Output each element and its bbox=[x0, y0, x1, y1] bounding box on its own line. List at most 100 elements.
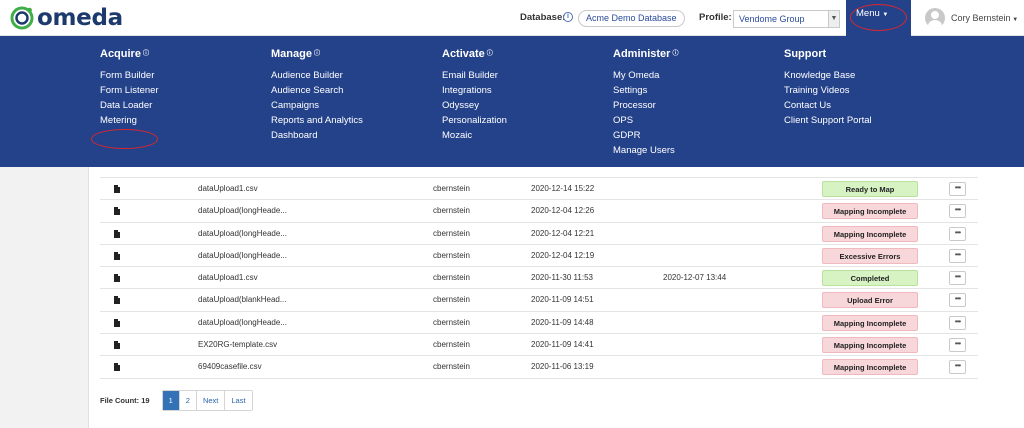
row-actions-button[interactable]: ••• bbox=[949, 248, 966, 263]
status-badge: Mapping Incomplete bbox=[822, 203, 918, 220]
menu-column-administer: Administer ⓘ My Omeda Settings Processor … bbox=[613, 48, 678, 158]
info-icon[interactable]: ⓘ bbox=[487, 51, 493, 57]
menu-heading-acquire: Acquire ⓘ bbox=[100, 48, 149, 60]
user-name-text: Cory Bernstein bbox=[951, 13, 1011, 23]
page-2-button[interactable]: 2 bbox=[179, 391, 197, 410]
info-icon[interactable]: ⓘ bbox=[143, 51, 149, 57]
table-row[interactable]: dataUpload(longHeade... cbernstein 2020-11… bbox=[100, 312, 978, 335]
file-name[interactable]: dataUpload(longHeade... bbox=[198, 206, 287, 215]
menu-item-contact-us[interactable]: Contact Us bbox=[784, 98, 872, 113]
file-name[interactable]: dataUpload(blankHead... bbox=[198, 295, 287, 304]
menu-item-form-builder[interactable]: Form Builder bbox=[100, 68, 159, 83]
info-icon[interactable]: ⓘ bbox=[314, 51, 320, 57]
menu-heading-activate: Activate ⓘ bbox=[442, 48, 493, 60]
menu-item-dashboard[interactable]: Dashboard bbox=[271, 128, 363, 143]
status-badge: Mapping Incomplete bbox=[822, 337, 918, 354]
file-name[interactable]: dataUpload1.csv bbox=[198, 273, 258, 282]
completed-date: 2020-12-07 13:44 bbox=[663, 273, 727, 283]
avatar bbox=[925, 8, 945, 28]
file-name[interactable]: EX20RG-template.csv bbox=[198, 340, 277, 349]
menu-item-audience-builder[interactable]: Audience Builder bbox=[271, 68, 363, 83]
menu-item-knowledge-base[interactable]: Knowledge Base bbox=[784, 68, 872, 83]
menu-item-my-omeda[interactable]: My Omeda bbox=[613, 68, 678, 83]
row-actions-button[interactable]: ••• bbox=[949, 226, 966, 241]
file-name[interactable]: dataUpload1.csv bbox=[198, 184, 258, 193]
upload-date: 2020-12-04 12:26 bbox=[531, 206, 595, 216]
profile-select[interactable]: Vendome Group ▼ bbox=[733, 10, 840, 28]
row-actions-button[interactable]: ••• bbox=[949, 204, 966, 219]
user-menu[interactable]: Cory Bernstein ▼ bbox=[925, 8, 1018, 28]
menu-item-audience-search[interactable]: Audience Search bbox=[271, 83, 363, 98]
table-row[interactable]: dataUpload1.csv cbernstein 2020-11-30 11:5… bbox=[100, 267, 978, 290]
uploaded-by: cbernstein bbox=[433, 362, 470, 372]
menu-item-email-builder[interactable]: Email Builder bbox=[442, 68, 507, 83]
database-info-icon[interactable]: i bbox=[563, 12, 573, 22]
menu-item-odyssey[interactable]: Odyssey bbox=[442, 98, 507, 113]
table-row[interactable]: 69409casefile.csv cbernstein 2020-11-06 13… bbox=[100, 356, 978, 379]
table-row[interactable] bbox=[100, 167, 978, 178]
page-1-button[interactable]: 1 bbox=[162, 391, 180, 410]
info-icon[interactable]: ⓘ bbox=[672, 51, 678, 57]
chevron-down-icon: ▼ bbox=[828, 11, 839, 27]
file-name[interactable]: 69409casefile.csv bbox=[198, 362, 262, 371]
last-page-button[interactable]: Last bbox=[225, 391, 252, 410]
table-row[interactable]: dataUpload1.csv cbernstein 2020-12-14 15:2… bbox=[100, 178, 978, 201]
menu-item-processor[interactable]: Processor bbox=[613, 98, 678, 113]
data-loader-highlight-circle bbox=[91, 129, 158, 149]
table-row[interactable]: EX20RG-template.csv cbernstein 2020-11-09 … bbox=[100, 334, 978, 357]
row-actions-button[interactable]: ••• bbox=[949, 360, 966, 375]
table-row[interactable]: dataUpload(longHeade... cbernstein 2020-12… bbox=[100, 200, 978, 223]
file-icon bbox=[114, 229, 120, 238]
menu-column-manage: Manage ⓘ Audience Builder Audience Search… bbox=[271, 48, 363, 143]
table-row[interactable]: dataUpload(longHeade... cbernstein 2020-12… bbox=[100, 245, 978, 268]
file-icon bbox=[114, 274, 120, 283]
logo-text: omeda bbox=[37, 5, 123, 31]
file-icon bbox=[114, 318, 120, 327]
row-actions-button[interactable]: ••• bbox=[949, 338, 966, 353]
row-actions-button[interactable]: ••• bbox=[949, 271, 966, 286]
menu-item-personalization[interactable]: Personalization bbox=[442, 113, 507, 128]
row-actions-button[interactable]: ••• bbox=[949, 293, 966, 308]
status-badge: Excessive Errors bbox=[822, 247, 918, 264]
uploaded-by: cbernstein bbox=[433, 206, 470, 216]
user-name: Cory Bernstein ▼ bbox=[951, 13, 1018, 23]
profile-value: Vendome Group bbox=[739, 14, 805, 24]
uploaded-by: cbernstein bbox=[433, 184, 470, 193]
row-actions-button[interactable]: ••• bbox=[949, 182, 966, 196]
status-badge: Mapping Incomplete bbox=[822, 225, 918, 242]
file-table: dataUpload1.csv cbernstein 2020-12-14 15:2… bbox=[100, 167, 978, 379]
file-name[interactable]: dataUpload(longHeade... bbox=[198, 318, 287, 327]
caret-down-icon: ▼ bbox=[1010, 17, 1019, 23]
upload-date: 2020-12-14 15:22 bbox=[531, 184, 595, 193]
menu-item-training-videos[interactable]: Training Videos bbox=[784, 83, 872, 98]
menu-item-manage-users[interactable]: Manage Users bbox=[613, 143, 678, 158]
left-sidebar bbox=[0, 167, 89, 428]
menu-item-integrations[interactable]: Integrations bbox=[442, 83, 507, 98]
file-name[interactable]: dataUpload(longHeade... bbox=[198, 229, 287, 238]
menu-item-client-support-portal[interactable]: Client Support Portal bbox=[784, 113, 872, 128]
file-name[interactable]: dataUpload(longHeade... bbox=[198, 251, 287, 260]
table-row[interactable]: dataUpload(longHeade... cbernstein 2020-12… bbox=[100, 223, 978, 245]
table-footer: File Count: 19 1 2 Next Last bbox=[100, 390, 253, 411]
file-icon bbox=[114, 207, 120, 216]
upload-date: 2020-11-30 11:53 bbox=[531, 273, 593, 283]
menu-item-ops[interactable]: OPS bbox=[613, 113, 678, 128]
omeda-logo[interactable]: omeda bbox=[10, 5, 123, 31]
menu-item-metering[interactable]: Metering bbox=[100, 113, 159, 128]
menu-item-form-listener[interactable]: Form Listener bbox=[100, 83, 159, 98]
menu-item-campaigns[interactable]: Campaigns bbox=[271, 98, 363, 113]
upload-date: 2020-12-04 12:21 bbox=[531, 228, 595, 238]
menu-item-data-loader[interactable]: Data Loader bbox=[100, 98, 159, 113]
file-icon bbox=[114, 363, 120, 372]
menu-column-support: Support Knowledge Base Training Videos C… bbox=[784, 48, 872, 128]
next-page-button[interactable]: Next bbox=[196, 391, 226, 410]
row-actions-button[interactable]: ••• bbox=[949, 315, 966, 330]
menu-item-mozaic[interactable]: Mozaic bbox=[442, 128, 507, 143]
menu-item-settings[interactable]: Settings bbox=[613, 83, 678, 98]
menu-item-reports-analytics[interactable]: Reports and Analytics bbox=[271, 113, 363, 128]
menu-item-gdpr[interactable]: GDPR bbox=[613, 128, 678, 143]
table-row[interactable]: dataUpload(blankHead... cbernstein 2020-11… bbox=[100, 289, 978, 312]
database-field[interactable]: Acme Demo Database bbox=[578, 10, 685, 27]
upload-date: 2020-11-09 14:48 bbox=[531, 317, 594, 327]
menu-column-activate: Activate ⓘ Email Builder Integrations Ody… bbox=[442, 48, 507, 143]
